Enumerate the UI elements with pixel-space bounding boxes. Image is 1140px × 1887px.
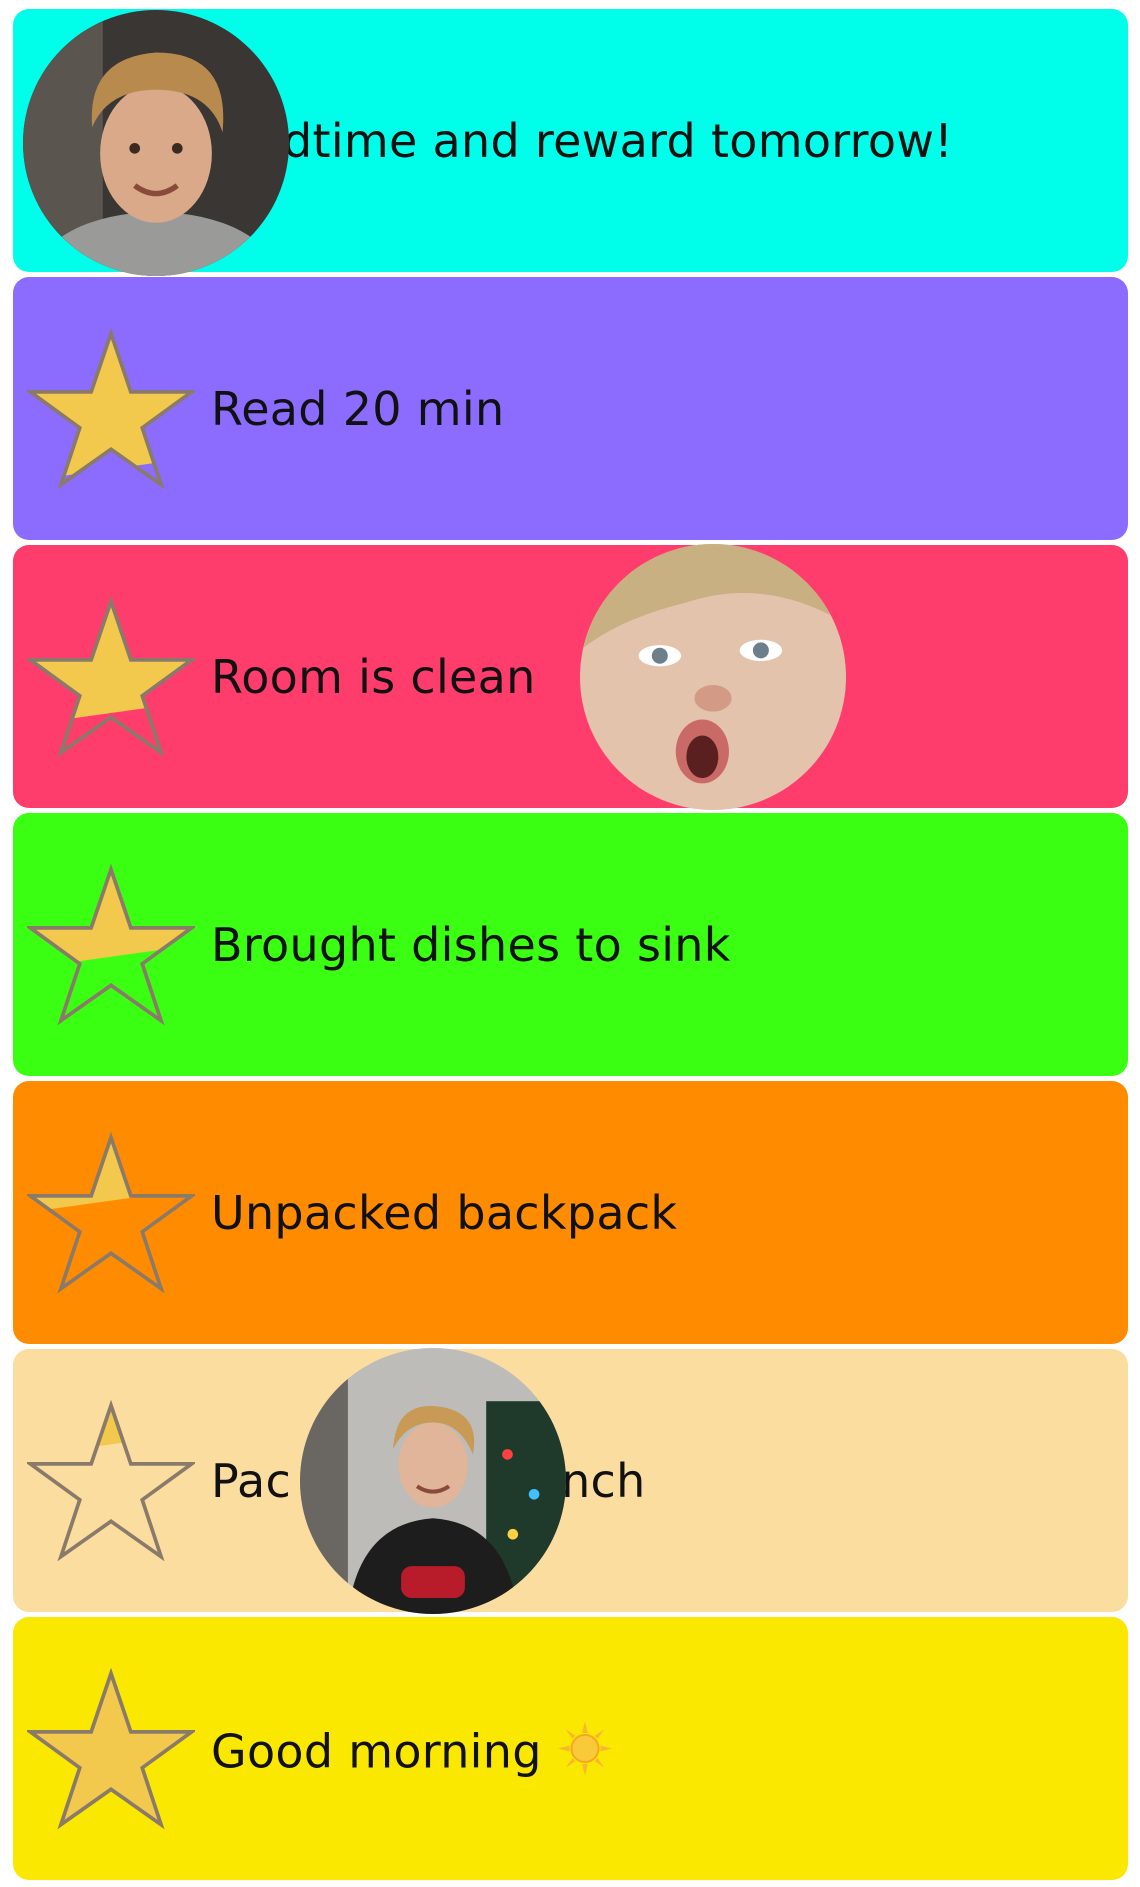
task-card-backpack[interactable]: Unpacked backpack (13, 1081, 1128, 1344)
task-label: dtime and reward tomorrow! (283, 113, 953, 168)
star-icon[interactable] (27, 1399, 195, 1562)
task-label: Read 20 min (211, 381, 505, 436)
task-card-morning[interactable]: Good morning (13, 1617, 1128, 1880)
task-card-room[interactable]: Room is clean (13, 545, 1128, 808)
task-label: Good morning (211, 1719, 614, 1778)
task-card-lunch[interactable]: Pac nch (13, 1349, 1128, 1612)
child-avatar-photo[interactable] (23, 10, 289, 276)
star-icon[interactable] (27, 863, 195, 1026)
task-label: Unpacked backpack (211, 1185, 678, 1240)
star-icon[interactable] (27, 327, 195, 490)
star-icon[interactable] (27, 1667, 195, 1830)
task-label: Brought dishes to sink (211, 917, 731, 972)
sun-icon (557, 1720, 612, 1776)
child-avatar-photo[interactable] (580, 544, 846, 810)
child-avatar-photo[interactable] (300, 1348, 566, 1614)
task-list: dtime and reward tomorrow! Read 20 min R… (13, 9, 1128, 1885)
task-card-read[interactable]: Read 20 min (13, 277, 1128, 540)
star-icon[interactable] (27, 1131, 195, 1294)
star-icon[interactable] (27, 595, 195, 758)
task-label: Room is clean (211, 649, 536, 704)
task-card-dishes[interactable]: Brought dishes to sink (13, 813, 1128, 1076)
